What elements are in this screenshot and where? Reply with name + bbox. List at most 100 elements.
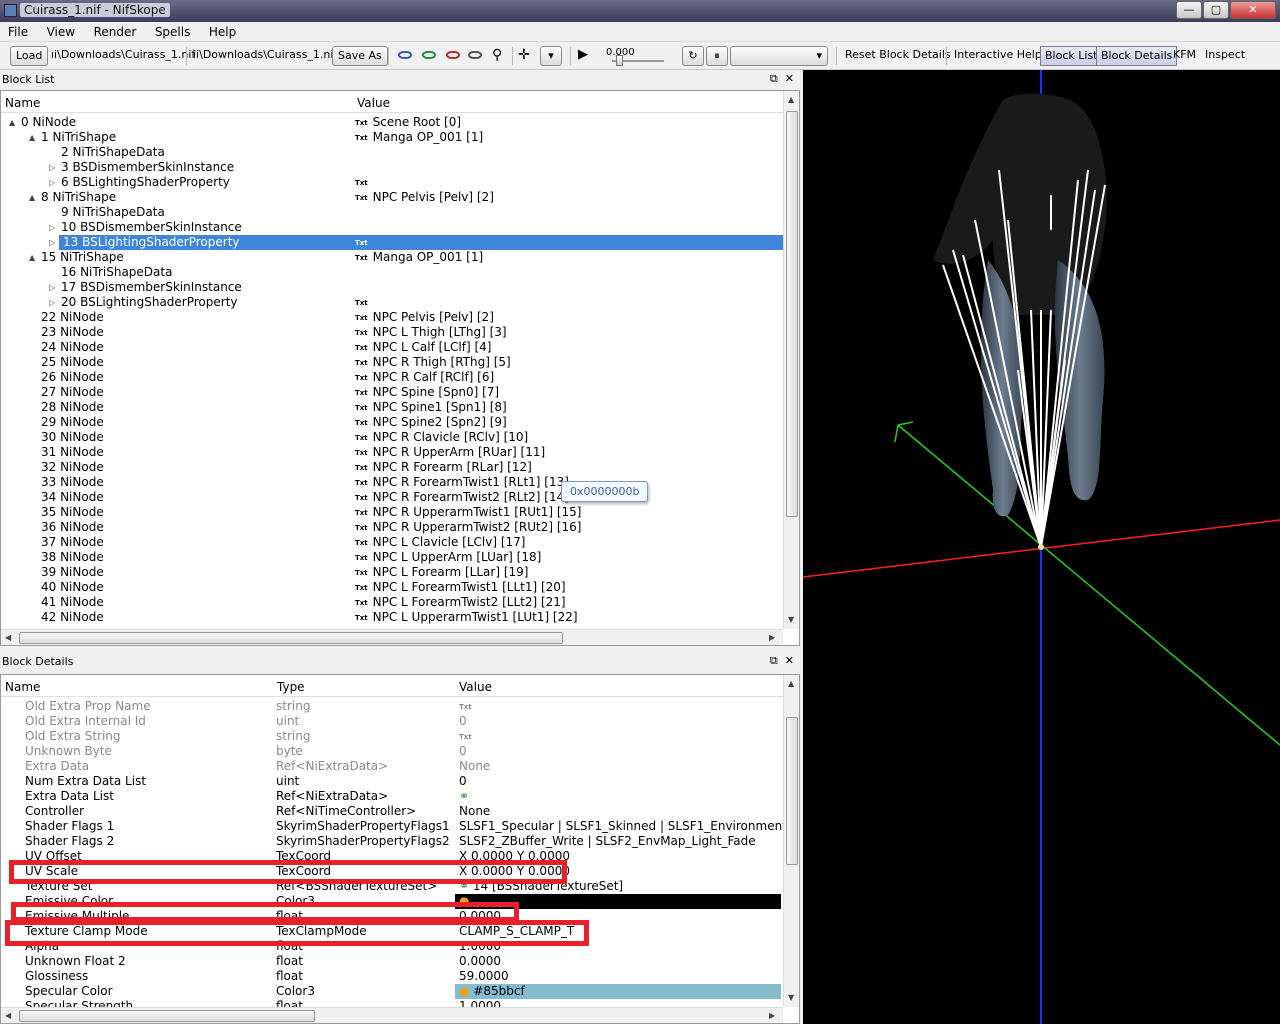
float-panel-icon[interactable]: ⧉ xyxy=(770,72,778,85)
block-list-row[interactable]: 34 NiNode Txt NPC R ForearmTwist2 [RLt2] [… xyxy=(1,490,783,505)
detail-row[interactable]: Old Extra String string Txt xyxy=(1,729,783,744)
block-list-hscroll-thumb[interactable] xyxy=(19,632,563,644)
show-constraints-eye-icon[interactable] xyxy=(446,51,460,59)
detail-value[interactable]: ⚭ xyxy=(459,789,469,804)
interactive-help-button[interactable]: Interactive Help xyxy=(951,46,1045,66)
block-details-toggle[interactable]: Block Details xyxy=(1096,46,1178,66)
column-header-type[interactable]: Type xyxy=(277,680,305,694)
column-header-name[interactable]: Name xyxy=(5,680,40,694)
expand-arrow-icon[interactable]: ▷ xyxy=(49,295,55,310)
column-header-value[interactable]: Value xyxy=(357,96,390,110)
detail-row[interactable]: Specular Color Color3 ● #85bbcf xyxy=(1,984,783,999)
block-list-row[interactable]: ▲ 15 NiTriShape Txt Manga OP_001 [1] xyxy=(1,250,783,265)
block-list-row[interactable]: 33 NiNode Txt NPC R ForearmTwist1 [RLt1] [… xyxy=(1,475,783,490)
block-list-row[interactable]: 2 NiTriShapeData xyxy=(1,145,783,160)
animation-select[interactable]: ▾ xyxy=(730,46,828,66)
show-havok-eye-icon[interactable] xyxy=(422,51,436,59)
detail-value[interactable]: 0.0000 xyxy=(459,954,501,969)
loop-button[interactable]: ↻ xyxy=(682,46,704,66)
detail-value[interactable]: Txt xyxy=(459,699,477,715)
detail-row[interactable]: Old Extra Internal Id uint 0 xyxy=(1,714,783,729)
expand-arrow-icon[interactable]: ▲ xyxy=(29,190,35,205)
block-list-row[interactable]: 37 NiNode Txt NPC L Clavicle [LClv] [17] xyxy=(1,535,783,550)
detail-value[interactable]: None xyxy=(459,804,490,819)
detail-row[interactable]: Controller Ref<NiTimeController> None xyxy=(1,804,783,819)
block-list-row[interactable]: ▷ 20 BSLightingShaderProperty Txt xyxy=(1,295,783,310)
load-path-field[interactable]: ıi\Downloads\Cuirass_1.nif xyxy=(48,46,198,66)
block-list-row[interactable]: ▲ 8 NiTriShape Txt NPC Pelvis [Pelv] [2] xyxy=(1,190,783,205)
minimize-button[interactable]: — xyxy=(1176,1,1202,19)
block-details-tree[interactable]: Name Type Value Old Extra Prop Name strin… xyxy=(0,674,800,1024)
menu-spells[interactable]: Spells xyxy=(147,22,198,39)
detail-value[interactable]: 59.0000 xyxy=(459,969,509,984)
block-list-row[interactable]: ▷ 13 BSLightingShaderProperty Txt xyxy=(1,235,783,250)
reset-block-details-button[interactable]: Reset Block Details xyxy=(842,46,954,66)
block-details-hscrollbar[interactable]: ◀ ▶ xyxy=(1,1007,783,1023)
block-list-row[interactable]: 39 NiNode Txt NPC L Forearm [LLar] [19] xyxy=(1,565,783,580)
block-list-row[interactable]: ▷ 3 BSDismemberSkinInstance xyxy=(1,160,783,175)
time-slider-handle[interactable] xyxy=(616,55,623,66)
block-list-row[interactable]: 32 NiNode Txt NPC R Forearm [RLar] [12] xyxy=(1,460,783,475)
block-list-row[interactable]: 25 NiNode Txt NPC R Thigh [RThg] [5] xyxy=(1,355,783,370)
menu-view[interactable]: View xyxy=(39,22,82,39)
inspect-button[interactable]: Inspect xyxy=(1202,46,1248,66)
load-button[interactable]: Load xyxy=(10,46,49,66)
menu-file[interactable]: File xyxy=(0,22,35,39)
detail-row[interactable]: Shader Flags 1 SkyrimShaderPropertyFlags1… xyxy=(1,819,799,834)
detail-row[interactable]: Extra Data List Ref<NiExtraData> ⚭ xyxy=(1,789,783,804)
block-list-row[interactable]: 24 NiNode Txt NPC L Calf [LClf] [4] xyxy=(1,340,783,355)
column-header-name[interactable]: Name xyxy=(5,96,40,110)
block-details-vscrollbar[interactable]: ▲ ▼ xyxy=(783,675,799,1007)
maximize-button[interactable]: ▢ xyxy=(1203,1,1229,19)
block-list-row[interactable]: 16 NiTriShapeData xyxy=(1,265,783,280)
expand-arrow-icon[interactable]: ▷ xyxy=(49,175,55,190)
detail-value[interactable]: None xyxy=(459,759,490,774)
block-list-toggle[interactable]: Block List xyxy=(1040,46,1103,66)
detail-value[interactable]: ● #85bbcf xyxy=(455,984,781,999)
block-list-row[interactable]: 35 NiNode Txt NPC R UpperarmTwist1 [RUt1] … xyxy=(1,505,783,520)
detail-value[interactable]: 0 xyxy=(459,744,467,759)
block-list-row[interactable]: 26 NiNode Txt NPC R Calf [RClf] [6] xyxy=(1,370,783,385)
block-details-hscroll-thumb[interactable] xyxy=(19,1010,315,1022)
expand-arrow-icon[interactable]: ▲ xyxy=(9,115,15,130)
block-list-row[interactable]: 42 NiNode Txt NPC L UpperarmTwist1 [LUt1] … xyxy=(1,610,783,625)
close-panel-icon[interactable]: ✕ xyxy=(785,72,794,85)
block-list-row[interactable]: 38 NiNode Txt NPC L UpperArm [LUar] [18] xyxy=(1,550,783,565)
column-header-value[interactable]: Value xyxy=(459,680,492,694)
expand-arrow-icon[interactable]: ▷ xyxy=(49,160,55,175)
expand-arrow-icon[interactable]: ▲ xyxy=(29,130,35,145)
expand-arrow-icon[interactable]: ▲ xyxy=(29,250,35,265)
detail-value[interactable]: SLSF2_ZBuffer_Write | SLSF2_EnvMap_Light… xyxy=(459,834,756,849)
detail-row[interactable]: Old Extra Prop Name string Txt xyxy=(1,699,783,714)
block-list-row[interactable]: ▷ 17 BSDismemberSkinInstance xyxy=(1,280,783,295)
block-list-row[interactable]: 29 NiNode Txt NPC Spine2 [Spn2] [9] xyxy=(1,415,783,430)
block-list-tree[interactable]: Name Value ▲ 0 NiNode Txt Scene Root [0] ▲ 1 … xyxy=(0,90,800,646)
view-dropdown-button[interactable]: ▾ xyxy=(540,46,562,66)
play-icon[interactable]: ▶ xyxy=(578,46,588,66)
detail-value[interactable]: 0 xyxy=(459,774,467,789)
detail-row[interactable]: Glossiness float 59.0000 xyxy=(1,969,783,984)
expand-arrow-icon[interactable]: ▷ xyxy=(49,220,55,235)
close-button[interactable]: ✕ xyxy=(1230,1,1276,19)
block-list-row[interactable]: 41 NiNode Txt NPC L ForearmTwist2 [LLt2] [… xyxy=(1,595,783,610)
show-nodes-eye-icon[interactable] xyxy=(398,51,412,59)
float-panel-icon[interactable]: ⧉ xyxy=(770,654,778,667)
block-list-row[interactable]: 27 NiNode Txt NPC Spine [Spn0] [7] xyxy=(1,385,783,400)
block-list-row[interactable]: 31 NiNode Txt NPC R UpperArm [RUar] [11] xyxy=(1,445,783,460)
block-list-vscroll-thumb[interactable] xyxy=(786,111,798,517)
menu-help[interactable]: Help xyxy=(201,22,243,39)
block-list-row[interactable]: ▷ 10 BSDismemberSkinInstance xyxy=(1,220,783,235)
kfm-button[interactable]: KFM xyxy=(1170,46,1199,66)
block-list-row[interactable]: 22 NiNode Txt NPC Pelvis [Pelv] [2] xyxy=(1,310,783,325)
menu-render[interactable]: Render xyxy=(86,22,144,39)
block-list-row[interactable]: ▷ 6 BSLightingShaderProperty Txt xyxy=(1,175,783,190)
block-list-row[interactable]: 23 NiNode Txt NPC L Thigh [LThg] [3] xyxy=(1,325,783,340)
show-markers-eye-icon[interactable] xyxy=(468,51,482,59)
skeleton-icon[interactable]: ⚲ xyxy=(492,46,502,66)
save-as-button[interactable]: Save As xyxy=(332,46,388,66)
expand-arrow-icon[interactable]: ▷ xyxy=(49,235,55,250)
save-path-field[interactable]: ıi\Downloads\Cuirass_1.nif xyxy=(190,46,340,66)
block-details-vscroll-thumb[interactable] xyxy=(786,717,798,865)
block-list-row[interactable]: ▲ 0 NiNode Txt Scene Root [0] xyxy=(1,115,783,130)
close-panel-icon[interactable]: ✕ xyxy=(785,654,794,667)
